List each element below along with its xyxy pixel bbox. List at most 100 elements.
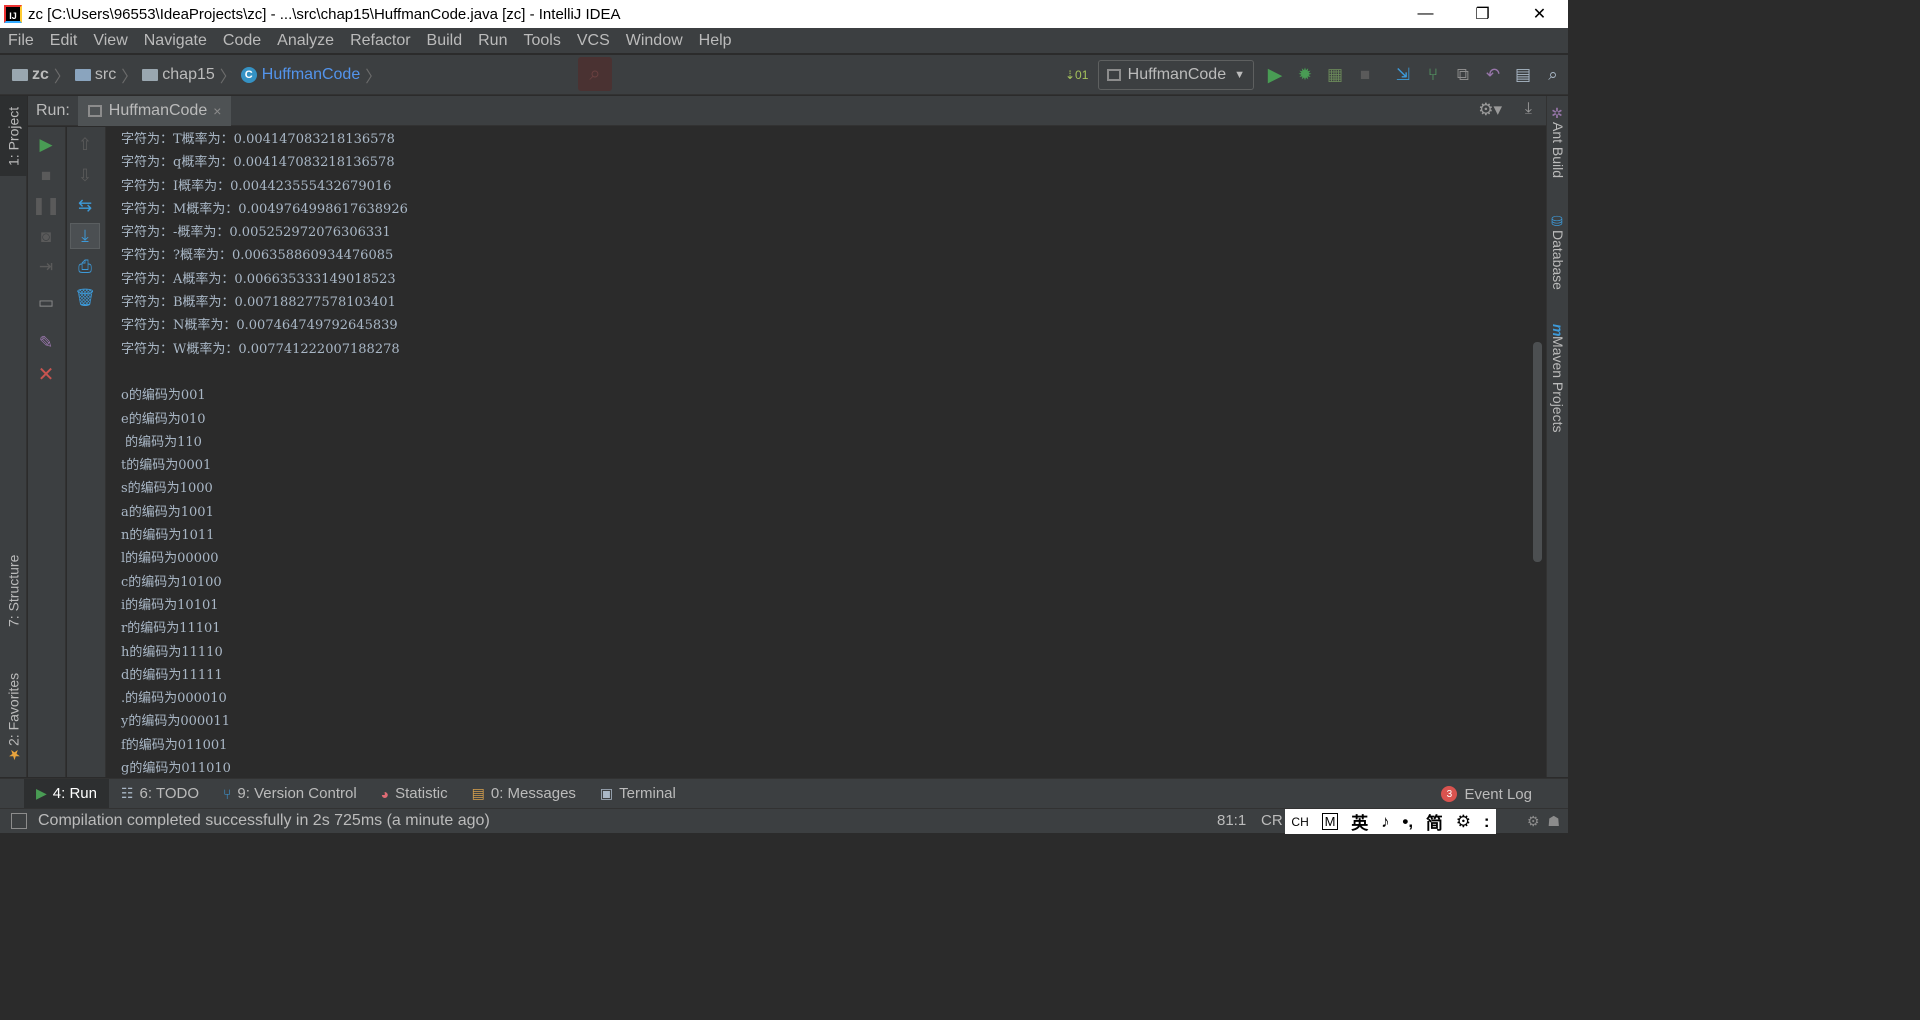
chevron-right-icon: 〉 [53, 68, 70, 86]
breadcrumb-class[interactable]: C HuffmanCode [240, 55, 360, 95]
main-toolbar: ⇣01 HuffmanCode ▼ ▶ ✹ ▦ ■ ⇲ ⑂ ⧉ ↶ ▤ ⌕ [1062, 55, 1568, 95]
close-tab-icon[interactable]: × [213, 103, 221, 119]
menu-run[interactable]: Run [470, 28, 515, 54]
ime-mode[interactable]: M [1321, 813, 1339, 830]
minimize-button[interactable]: — [1397, 0, 1454, 28]
coverage-icon[interactable]: ▦ [1320, 60, 1350, 90]
console-line: 字符为：W概率为：0.007741222007188278 [121, 341, 400, 357]
toggle-tool-windows-icon[interactable] [11, 813, 27, 829]
menu-analyze[interactable]: Analyze [269, 28, 342, 54]
console-line: i的编码为10101 [121, 597, 219, 613]
event-log-button[interactable]: 3 Event Log [1441, 779, 1532, 809]
pin-icon[interactable]: ✎ [31, 330, 61, 356]
search-everywhere-icon[interactable]: ⌕ [578, 57, 612, 91]
menu-view[interactable]: View [85, 28, 135, 54]
stop-icon[interactable]: ■ [31, 163, 61, 189]
chevron-down-icon: ▼ [1234, 69, 1245, 81]
dump-threads-icon[interactable]: ◙ [31, 224, 61, 250]
rerun-icon[interactable]: ▶ [31, 132, 61, 158]
memory-icon[interactable]: ☗ [1547, 813, 1560, 830]
project-folder-icon [12, 68, 28, 81]
search-icon[interactable]: ⌕ [1538, 60, 1568, 90]
ime-settings-icon[interactable]: ⚙ [1456, 812, 1471, 832]
close-icon[interactable]: ✕ [31, 361, 61, 387]
menu-edit[interactable]: Edit [42, 28, 86, 54]
run-tab-huffmancode[interactable]: HuffmanCode × [77, 95, 232, 126]
print-icon[interactable]: ⎙ [70, 254, 100, 280]
tool-tab-messages[interactable]: ▤ 0: Messages [460, 779, 588, 809]
gear-icon[interactable]: ⚙▾ [1478, 100, 1502, 120]
project-structure-icon[interactable]: ▤ [1508, 60, 1538, 90]
window-controls: — ❐ ✕ [1397, 0, 1568, 28]
arrow-down-icon[interactable]: ⇩ [70, 163, 100, 189]
vcs-update-icon[interactable]: ⇲ [1388, 60, 1418, 90]
tool-tab-label: 6: TODO [139, 785, 200, 802]
tool-tab-project[interactable]: 1: Project [0, 96, 27, 176]
menu-vcs[interactable]: VCS [569, 28, 618, 54]
hide-panel-icon[interactable]: ⤓ [1525, 100, 1532, 118]
ime-simplified[interactable]: 简 [1426, 809, 1443, 834]
build-icon[interactable]: ⇣01 [1062, 60, 1092, 90]
menu-help[interactable]: Help [691, 28, 740, 54]
run-toolbar-primary: ▶ ■ ❚❚ ◙ ⇥ ▭ ✎ ✕ [28, 127, 66, 777]
arrow-up-icon[interactable]: ⇧ [70, 132, 100, 158]
layout-icon[interactable]: ▭ [31, 290, 61, 316]
status-tail: ⚙ ☗ [1527, 813, 1560, 830]
tool-tab-database[interactable]: ⛁ Database [1547, 214, 1569, 314]
run-icon[interactable]: ▶ [1260, 60, 1290, 90]
restore-button[interactable]: ❐ [1454, 0, 1511, 28]
menu-file[interactable]: File [0, 28, 42, 54]
trash-icon[interactable]: 🗑 [70, 285, 100, 311]
tool-tab-maven[interactable]: m Maven Projects [1547, 324, 1569, 454]
ime-english[interactable]: 英 [1351, 809, 1368, 834]
tool-tab-label: Statistic [395, 785, 448, 802]
chevron-right-icon: 〉 [365, 68, 382, 86]
tool-tab-ant-build[interactable]: ✲ Ant Build [1547, 106, 1569, 206]
right-tool-strip: ✲ Ant Build ⛁ Database m Maven Projects [1546, 96, 1568, 777]
ime-more[interactable]: : [1484, 812, 1490, 832]
breadcrumb-package[interactable]: chap15 [142, 55, 215, 95]
menu-window[interactable]: Window [618, 28, 691, 54]
left-tool-strip: 1: Project 7: Structure ★ 2: Favorites [0, 96, 27, 777]
tool-tab-run[interactable]: ▶ 4: Run [24, 778, 109, 809]
vcs-compare-icon[interactable]: ⧉ [1448, 60, 1478, 90]
console-line: c的编码为10100 [121, 574, 222, 590]
line-separator[interactable]: CR [1261, 812, 1283, 829]
soft-wrap-icon[interactable]: ⇆ [70, 193, 100, 219]
menu-navigate[interactable]: Navigate [136, 28, 215, 54]
tool-tab-todo[interactable]: ☷ 6: TODO [109, 779, 211, 809]
breadcrumb-src[interactable]: src [74, 55, 117, 95]
caret-position[interactable]: 81:1 [1217, 812, 1246, 829]
run-configuration-select[interactable]: HuffmanCode ▼ [1097, 60, 1254, 90]
tool-tab-structure[interactable]: 7: Structure [0, 536, 27, 646]
tool-tab-favorites[interactable]: ★ 2: Favorites [0, 664, 27, 774]
tool-tab-version-control[interactable]: ⑂ 9: Version Control [211, 779, 369, 809]
menu-refactor[interactable]: Refactor [342, 28, 418, 54]
breadcrumb-project[interactable]: zc [12, 55, 49, 95]
breadcrumb-label: src [94, 65, 117, 83]
ime-lang[interactable]: CH [1291, 815, 1308, 829]
close-button[interactable]: ✕ [1511, 0, 1568, 28]
scroll-to-end-icon[interactable]: ⤓ [70, 223, 100, 249]
ime-punct[interactable]: •, [1402, 812, 1413, 832]
hector-icon[interactable]: ⚙ [1527, 813, 1540, 830]
console-output[interactable]: 字符为：T概率为：0.004147083218136578 字符为：q概率为：0.… [107, 127, 1532, 777]
menu-tools[interactable]: Tools [515, 28, 568, 54]
stop-icon[interactable]: ■ [1350, 60, 1380, 90]
pause-icon[interactable]: ❚❚ [31, 193, 61, 219]
console-line: d的编码为11111 [121, 667, 223, 683]
tool-tab-terminal[interactable]: ▣ Terminal [588, 779, 688, 809]
menu-build[interactable]: Build [419, 28, 471, 54]
exit-icon[interactable]: ⇥ [31, 254, 61, 280]
debug-icon[interactable]: ✹ [1290, 60, 1320, 90]
java-class-icon: C [240, 66, 257, 83]
tool-tab-statistic[interactable]: ◕ Statistic [369, 779, 460, 809]
ime-toolbar[interactable]: CH M 英 ♪ •, 简 ⚙ : [1285, 809, 1496, 834]
vcs-commit-icon[interactable]: ⑂ [1418, 60, 1448, 90]
ime-moon-icon[interactable]: ♪ [1381, 812, 1390, 832]
vcs-revert-icon[interactable]: ↶ [1478, 60, 1508, 90]
console-scrollbar-thumb[interactable] [1533, 342, 1542, 562]
menu-code[interactable]: Code [215, 28, 269, 54]
star-icon: ★ [5, 745, 22, 762]
